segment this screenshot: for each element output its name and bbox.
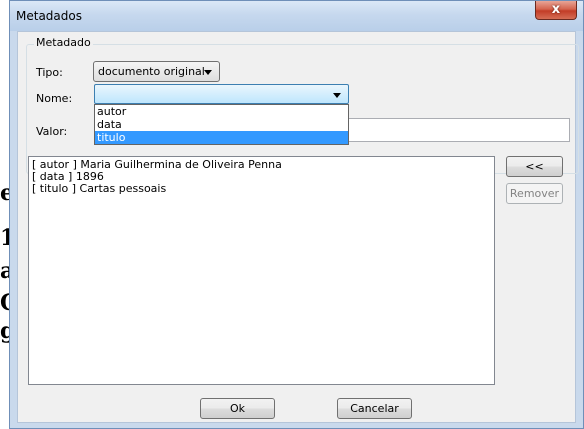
title-bar[interactable]: Metadados x — [10, 1, 583, 31]
metadados-dialog: Metadados x Metadado Tipo: documento ori… — [9, 0, 584, 429]
list-item[interactable]: [ titulo ] Cartas pessoais — [32, 183, 491, 195]
tipo-select[interactable]: documento original — [93, 61, 220, 82]
add-metadata-button[interactable]: << — [506, 156, 563, 177]
close-button[interactable]: x — [535, 1, 577, 20]
close-icon: x — [551, 2, 561, 17]
ok-button[interactable]: Ok — [200, 398, 275, 419]
dialog-client-area: Metadado Tipo: documento original Nome: … — [17, 31, 579, 423]
cancel-button[interactable]: Cancelar — [337, 398, 412, 419]
dropdown-option-titulo[interactable]: titulo — [95, 131, 348, 144]
chevron-down-icon — [204, 70, 212, 75]
tipo-select-value: documento original — [98, 65, 205, 78]
groupbox-label: Metadado — [34, 36, 93, 49]
dropdown-option-data[interactable]: data — [95, 118, 348, 131]
nome-select[interactable] — [94, 84, 349, 104]
window-title: Metadados — [16, 9, 82, 23]
nome-label: Nome: — [36, 92, 73, 105]
remove-button[interactable]: Remover — [506, 183, 563, 204]
valor-label: Valor: — [36, 125, 68, 138]
dropdown-option-autor[interactable]: autor — [95, 105, 348, 118]
tipo-label: Tipo: — [36, 66, 63, 79]
nome-dropdown-list: autor data titulo — [94, 104, 349, 145]
chevron-down-icon — [333, 93, 341, 98]
metadata-list[interactable]: [ autor ] Maria Guilhermina de Oliveira … — [28, 156, 495, 385]
